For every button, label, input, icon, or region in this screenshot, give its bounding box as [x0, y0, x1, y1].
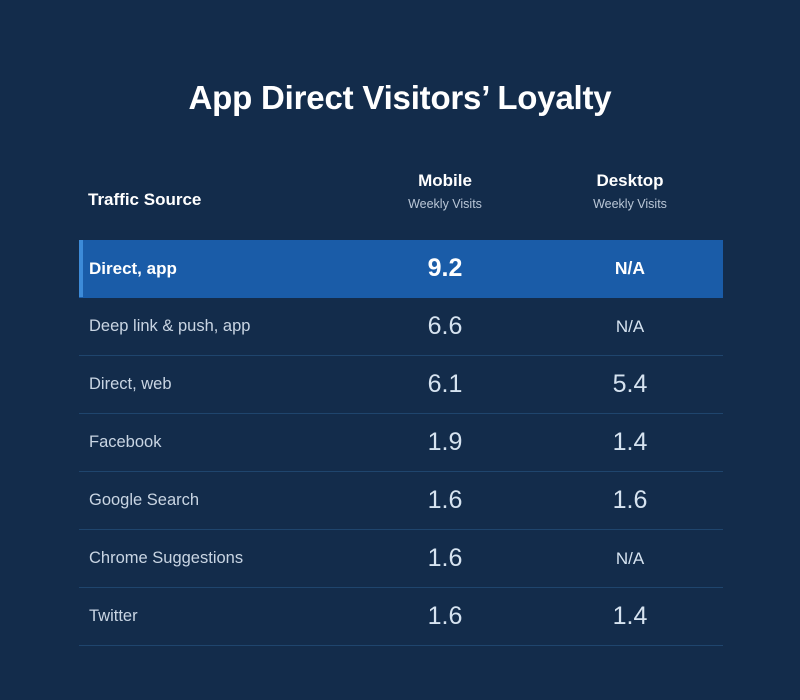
page-title: App Direct Visitors’ Loyalty	[188, 79, 612, 116]
cell-desktop-weekly-visits: N/A	[550, 530, 710, 587]
table-row[interactable]: Google Search 1.6 1.6	[79, 472, 723, 530]
column-header-mobile-label: Mobile	[418, 171, 472, 190]
cell-mobile-weekly-visits: 6.6	[365, 298, 525, 355]
value-text: 6.1	[427, 370, 463, 398]
cell-desktop-weekly-visits: 1.4	[550, 414, 710, 471]
cell-mobile-weekly-visits: 9.2	[365, 240, 525, 297]
cell-mobile-weekly-visits: 1.6	[365, 472, 525, 529]
cell-mobile-weekly-visits: 1.6	[365, 588, 525, 645]
table-header-row: Traffic Source Mobile Weekly Visits Desk…	[79, 170, 723, 240]
cell-mobile-weekly-visits: 6.1	[365, 356, 525, 413]
cell-traffic-source: Direct, web	[89, 375, 172, 393]
column-header-mobile: Mobile Weekly Visits	[365, 170, 525, 214]
table-row[interactable]: Chrome Suggestions 1.6 N/A	[79, 530, 723, 588]
loyalty-table: Traffic Source Mobile Weekly Visits Desk…	[79, 170, 723, 646]
table-row[interactable]: Direct, app 9.2 N/A	[79, 240, 723, 298]
table-row[interactable]: Twitter 1.6 1.4	[79, 588, 723, 646]
cell-desktop-weekly-visits: 1.6	[550, 472, 710, 529]
column-header-desktop-sublabel: Weekly Visits	[593, 197, 667, 211]
value-text: 1.9	[427, 428, 463, 456]
value-text: 9.2	[427, 254, 463, 282]
column-header-mobile-sublabel: Weekly Visits	[408, 197, 482, 211]
cell-traffic-source: Google Search	[89, 491, 200, 509]
value-text: 1.4	[612, 602, 648, 630]
column-header-desktop: Desktop Weekly Visits	[550, 170, 710, 214]
cell-desktop-weekly-visits: N/A	[550, 298, 710, 355]
value-text: 1.4	[612, 428, 648, 456]
cell-desktop-weekly-visits: N/A	[550, 240, 710, 297]
table-row[interactable]: Deep link & push, app 6.6 N/A	[79, 298, 723, 356]
table-row[interactable]: Direct, web 6.1 5.4	[79, 356, 723, 414]
column-header-desktop-label: Desktop	[596, 171, 664, 190]
value-text: 1.6	[427, 486, 463, 514]
cell-traffic-source: Facebook	[89, 433, 162, 451]
value-text: N/A	[614, 258, 646, 278]
value-text: N/A	[615, 316, 645, 336]
value-text: 1.6	[427, 602, 463, 630]
value-text: 5.4	[612, 370, 648, 398]
value-text: N/A	[615, 548, 645, 568]
infographic-canvas: App Direct Visitors’ Loyalty Traffic Sou…	[0, 0, 800, 700]
table-row[interactable]: Facebook 1.9 1.4	[79, 414, 723, 472]
column-header-traffic-source: Traffic Source	[88, 190, 202, 209]
cell-mobile-weekly-visits: 1.6	[365, 530, 525, 587]
cell-traffic-source: Direct, app	[89, 258, 177, 278]
cell-desktop-weekly-visits: 1.4	[550, 588, 710, 645]
cell-traffic-source: Deep link & push, app	[89, 317, 251, 335]
cell-traffic-source: Chrome Suggestions	[89, 549, 244, 567]
value-text: 6.6	[427, 312, 463, 340]
value-text: 1.6	[427, 544, 463, 572]
cell-traffic-source: Twitter	[89, 607, 138, 625]
value-text: 1.6	[612, 486, 648, 514]
cell-desktop-weekly-visits: 5.4	[550, 356, 710, 413]
table-body: Direct, app 9.2 N/A Deep link & push, app 6.…	[79, 240, 723, 646]
cell-mobile-weekly-visits: 1.9	[365, 414, 525, 471]
